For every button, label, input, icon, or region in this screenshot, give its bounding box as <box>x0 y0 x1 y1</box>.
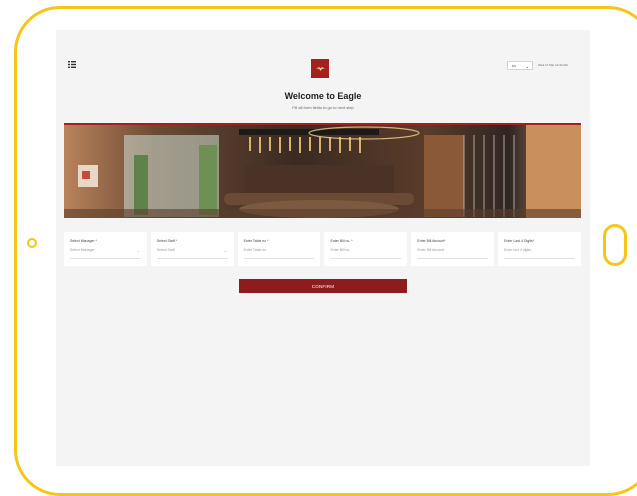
bill-no-field[interactable]: Enter Bill no. * Enter Bill no. <box>324 232 408 266</box>
manager-placeholder: Select Manager <box>70 248 95 252</box>
table-no-field[interactable]: Enter Table no * Enter Table no <box>237 232 321 266</box>
language-value: EN <box>512 63 517 68</box>
restaurant-photo <box>64 125 581 218</box>
page-title: Welcome to Eagle <box>284 91 362 101</box>
last-four-digits-field[interactable]: Enter Last 4 Digits* Enter last 4 digits <box>498 232 581 266</box>
datetime-text: Wed 17 Mar 11:30 AM <box>538 63 568 67</box>
bill-amount-field[interactable]: Enter Bill Amount* Enter Bill Amount <box>411 232 495 266</box>
manager-select[interactable]: Select Manager * Select Manager ⌄ <box>64 232 147 266</box>
table-no-placeholder: Enter Table no <box>243 248 267 252</box>
field-underline <box>243 258 315 259</box>
field-underline <box>156 258 228 259</box>
staff-label: Select Staff * <box>156 239 177 243</box>
field-underline <box>70 258 141 259</box>
staff-placeholder: Select Staff <box>156 248 175 252</box>
bill-no-label: Enter Bill no. * <box>330 239 353 243</box>
camera-icon <box>27 238 37 248</box>
field-underline <box>417 258 489 259</box>
chevron-down-icon: ⌄ <box>223 249 227 253</box>
chevron-down-icon: ⌄ <box>136 249 140 253</box>
menu-icon[interactable] <box>68 61 76 68</box>
page-subtitle: Fill all form fields to go to next step <box>292 105 354 110</box>
field-underline <box>504 258 575 259</box>
language-select[interactable]: EN ⌄ <box>507 61 533 70</box>
restaurant-hero-image <box>64 123 581 218</box>
brand-logo-icon <box>315 66 325 71</box>
manager-label: Select Manager * <box>70 239 97 243</box>
bill-no-placeholder: Enter Bill no. <box>330 248 351 252</box>
entry-form: Select Manager * Select Manager ⌄ Select… <box>64 232 581 266</box>
last-four-digits-label: Enter Last 4 Digits* <box>504 239 535 243</box>
field-underline <box>330 258 402 259</box>
app-screen: EN ⌄ Wed 17 Mar 11:30 AM Welcome to Eagl… <box>56 30 590 466</box>
last-four-digits-placeholder: Enter last 4 digits <box>504 248 531 252</box>
staff-select[interactable]: Select Staff * Select Staff ⌄ <box>150 232 234 266</box>
table-no-label: Enter Table no * <box>243 239 269 243</box>
bill-amount-label: Enter Bill Amount* <box>417 239 446 243</box>
bill-amount-placeholder: Enter Bill Amount <box>417 248 445 252</box>
home-button[interactable] <box>603 224 627 266</box>
confirm-button[interactable]: CONFIRM <box>239 279 407 293</box>
chevron-down-icon: ⌄ <box>525 64 529 69</box>
brand-logo <box>311 59 329 78</box>
